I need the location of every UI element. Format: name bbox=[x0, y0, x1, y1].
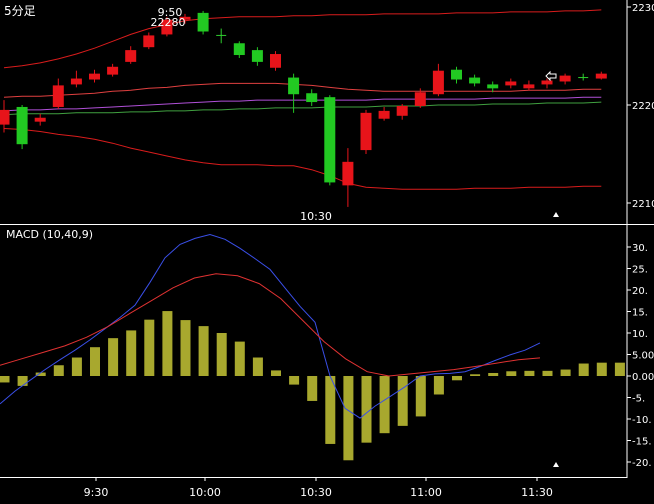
candle-body bbox=[451, 69, 462, 80]
macd-histogram-bar bbox=[488, 372, 499, 376]
macd-histogram-bar bbox=[596, 362, 607, 376]
macd-histogram-bar bbox=[470, 374, 481, 376]
macd-histogram-bar bbox=[325, 376, 336, 444]
candle-body bbox=[125, 50, 137, 62]
macd-histogram-bar bbox=[614, 362, 625, 376]
candle-body bbox=[342, 161, 354, 186]
candle-body bbox=[70, 78, 82, 85]
chart-workspace: 5分足 9:50 22280 10:30 223022202210 MACD (… bbox=[0, 0, 654, 504]
macd-histogram-bar bbox=[180, 320, 191, 376]
macd-histogram-bar bbox=[126, 330, 137, 376]
candle-body bbox=[432, 70, 444, 95]
macd-histogram-bar bbox=[53, 365, 64, 376]
candle-body bbox=[288, 77, 300, 95]
candle-body bbox=[487, 84, 499, 89]
macd-tick-label: 30. bbox=[632, 243, 648, 254]
candle bbox=[324, 95, 336, 186]
candle-body bbox=[143, 35, 155, 48]
macd-histogram-bar bbox=[71, 357, 82, 376]
time-tick-label: 11:30 bbox=[521, 486, 553, 499]
macd-histogram-bar bbox=[289, 376, 300, 385]
macd-histogram-bar bbox=[307, 376, 318, 401]
candle-body bbox=[541, 80, 553, 85]
time-tick-label: 10:30 bbox=[300, 486, 332, 499]
candle-body bbox=[89, 73, 100, 80]
macd-histogram-bar bbox=[452, 376, 462, 381]
macd-tick-label: -5. bbox=[632, 394, 645, 405]
macd-histogram-bar bbox=[144, 319, 155, 376]
candle bbox=[16, 105, 28, 150]
candle-body bbox=[233, 43, 245, 56]
candle-body bbox=[0, 109, 10, 125]
time-tick-label: 10:00 bbox=[189, 486, 221, 499]
macd-histogram-bar bbox=[252, 357, 263, 376]
candle-body bbox=[52, 85, 64, 107]
macd-histogram-bar bbox=[433, 376, 444, 395]
macd-title: MACD (10,40,9) bbox=[6, 228, 93, 241]
candle-body bbox=[251, 50, 263, 62]
macd-histogram-bar bbox=[506, 371, 517, 376]
price-tick-label: 2220 bbox=[632, 101, 654, 112]
macd-tick-label: -20. bbox=[632, 458, 652, 469]
macd-histogram-bar bbox=[542, 370, 553, 376]
macd-histogram-bar bbox=[343, 376, 354, 461]
candle-body bbox=[324, 97, 336, 183]
candle-body bbox=[378, 110, 390, 119]
candle-body bbox=[360, 112, 372, 151]
macd-histogram-bar bbox=[361, 376, 372, 443]
candle-body bbox=[34, 117, 46, 122]
candle-body bbox=[16, 106, 28, 145]
price-tick-label: 2230 bbox=[632, 3, 654, 14]
macd-histogram-bar bbox=[90, 347, 100, 376]
candle-body bbox=[270, 54, 281, 68]
candle-body bbox=[396, 105, 408, 116]
macd-histogram-bar bbox=[162, 311, 173, 376]
macd-histogram-bar bbox=[524, 370, 535, 376]
macd-histogram-bar bbox=[397, 376, 408, 426]
macd-tick-label: 25. bbox=[632, 265, 648, 276]
candle-body bbox=[107, 66, 119, 75]
chart-title: 5分足 bbox=[4, 4, 36, 18]
candle-body bbox=[306, 93, 318, 103]
candle-body bbox=[523, 84, 535, 89]
price-tick-label: 2210 bbox=[632, 199, 654, 210]
candle-body bbox=[197, 12, 209, 32]
macd-tick-label: 10. bbox=[632, 329, 648, 340]
macd-histogram-bar bbox=[560, 369, 571, 376]
macd-histogram-bar bbox=[415, 376, 426, 417]
candle-body bbox=[469, 77, 481, 84]
candle bbox=[360, 109, 372, 154]
macd-histogram-bar bbox=[271, 370, 281, 376]
macd-histogram-bar bbox=[198, 326, 209, 376]
macd-tick-label: 0.00 bbox=[632, 372, 654, 383]
high-price-annotation: 22280 bbox=[151, 16, 186, 29]
macd-histogram-bar bbox=[234, 341, 245, 376]
macd-histogram-bar bbox=[108, 338, 119, 376]
candle-body bbox=[505, 81, 517, 86]
macd-tick-label: -10. bbox=[632, 415, 652, 426]
macd-tick-label: 20. bbox=[632, 286, 648, 297]
macd-histogram-bar bbox=[17, 376, 28, 386]
macd-histogram-bar bbox=[379, 376, 390, 434]
low-time-annotation: 10:30 bbox=[300, 210, 332, 223]
candle-body bbox=[595, 73, 607, 79]
macd-tick-label: -15. bbox=[632, 437, 652, 448]
candle bbox=[197, 10, 209, 35]
candle-body bbox=[414, 92, 426, 106]
time-tick-label: 9:30 bbox=[84, 486, 109, 499]
macd-histogram-bar bbox=[216, 333, 227, 376]
macd-tick-label: 5.00 bbox=[632, 351, 654, 362]
macd-histogram-bar bbox=[0, 376, 10, 383]
macd-tick-label: 15. bbox=[632, 308, 648, 319]
candle-body bbox=[559, 75, 571, 82]
macd-histogram-bar bbox=[578, 363, 589, 376]
time-tick-label: 11:00 bbox=[410, 486, 442, 499]
